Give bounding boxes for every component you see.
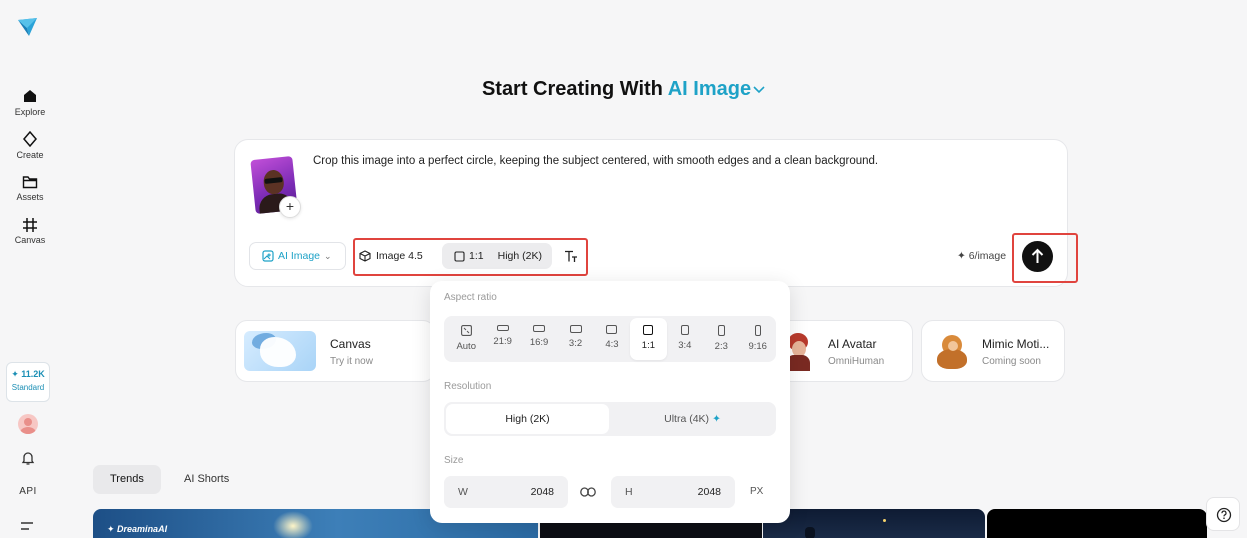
- ratio-shape: [533, 325, 546, 332]
- credits-badge[interactable]: ✦ 11.2K Standard: [6, 362, 50, 402]
- tab-trends[interactable]: Trends: [93, 465, 161, 494]
- sparkle-icon: [23, 131, 37, 147]
- aspect-ratio-options: Auto 21:9 16:9 3:2 4:3 1:1 3:4 2:3 9:16: [444, 316, 776, 362]
- chevron-down-icon: ⌄: [324, 250, 332, 261]
- resolution-option-ultra[interactable]: Ultra (4K) ✦: [611, 404, 774, 434]
- resolution-options: High (2K) Ultra (4K) ✦: [444, 402, 776, 436]
- prompt-card: + Crop this image into a perfect circle,…: [234, 139, 1078, 287]
- sparkle-icon: ✦: [712, 413, 721, 425]
- title-prefix: Start Creating With: [481, 78, 663, 100]
- question-icon: [1216, 507, 1232, 523]
- send-button[interactable]: [1022, 241, 1053, 272]
- width-field[interactable]: W 2048: [444, 476, 568, 508]
- size-label: Size: [444, 455, 464, 466]
- arrow-up-icon: [1031, 248, 1044, 263]
- ratio-resolution-select[interactable]: 1:1 High (2K): [442, 243, 552, 269]
- ratio-shape: [717, 325, 725, 336]
- help-button[interactable]: [1206, 497, 1240, 531]
- gallery-item[interactable]: [987, 509, 1207, 538]
- ratio-label: 1:1: [469, 250, 484, 262]
- menu-icon[interactable]: [20, 518, 36, 536]
- sidebar-item-create[interactable]: Create: [0, 131, 60, 160]
- dreamina-logo-icon[interactable]: [17, 16, 39, 38]
- ratio-option-1-1[interactable]: 1:1: [630, 318, 667, 360]
- resolution-label: Resolution: [444, 381, 492, 392]
- ratio-shape: [569, 325, 582, 333]
- ratio-shape: [754, 325, 761, 336]
- ratio-option-auto[interactable]: Auto: [448, 318, 484, 360]
- ratio-shape: [643, 325, 654, 335]
- model-label: Image 4.5: [376, 250, 423, 262]
- aspect-ratio-dropdown: Aspect ratio Auto 21:9 16:9 3:2 4:3 1:1 …: [430, 281, 790, 523]
- canvas-thumbnail: [244, 331, 316, 371]
- canvas-grid-icon: [23, 218, 37, 232]
- api-link[interactable]: API: [0, 486, 56, 497]
- page-title: Start Creating With AI Image: [0, 78, 1247, 101]
- mimic-thumbnail: [934, 333, 970, 371]
- sidebar-item-assets[interactable]: Assets: [0, 175, 60, 202]
- credits-per-image: ✦ 6/image: [957, 250, 1007, 262]
- feature-subtitle: Try it now: [330, 356, 373, 367]
- height-field[interactable]: H 2048: [611, 476, 735, 508]
- feature-title: Canvas: [330, 337, 371, 351]
- aspect-ratio-label: Aspect ratio: [444, 292, 497, 303]
- ratio-option-16-9[interactable]: 16:9: [521, 318, 557, 360]
- cube-icon: [359, 250, 371, 262]
- avatar[interactable]: [18, 414, 38, 434]
- mode-label: AI Image: [278, 250, 321, 262]
- chevron-down-icon: [753, 86, 765, 93]
- ratio-option-3-4[interactable]: 3:4: [667, 318, 703, 360]
- add-image-button[interactable]: +: [279, 196, 301, 218]
- feature-card-mimic-motion[interactable]: Mimic Moti... Coming soon: [921, 320, 1065, 382]
- plan-label: Standard: [11, 383, 45, 392]
- ratio-option-4-3[interactable]: 4:3: [594, 318, 630, 360]
- resolution-option-high[interactable]: High (2K): [446, 404, 609, 434]
- link-icon[interactable]: [580, 484, 596, 502]
- ratio-option-3-2[interactable]: 3:2: [557, 318, 593, 360]
- ratio-option-2-3[interactable]: 2:3: [703, 318, 739, 360]
- feature-subtitle: OmniHuman: [828, 356, 885, 367]
- sidebar-item-label: Canvas: [14, 235, 46, 245]
- prompt-input[interactable]: Crop this image into a perfect circle, k…: [313, 155, 878, 167]
- feature-title: AI Avatar: [828, 337, 877, 351]
- feature-card-canvas[interactable]: Canvas Try it now: [235, 320, 435, 382]
- mode-select[interactable]: AI Image ⌄: [249, 242, 346, 270]
- ratio-option-9-16[interactable]: 9:16: [740, 318, 776, 360]
- ratio-shape: [496, 325, 509, 331]
- mode-switcher[interactable]: AI Image: [668, 78, 765, 100]
- auto-ratio-icon: [460, 325, 472, 336]
- width-value: 2048: [530, 486, 554, 498]
- width-key: W: [458, 486, 468, 498]
- model-select[interactable]: Image 4.5: [359, 244, 439, 268]
- resolution-label: High (2K): [497, 250, 542, 262]
- text-format-icon[interactable]: [564, 250, 578, 268]
- gallery-watermark: ✦ DreaminaAI: [107, 524, 168, 534]
- ratio-shape: [606, 325, 618, 334]
- credits-amount: ✦ 11.2K: [11, 369, 45, 379]
- gallery-item[interactable]: [763, 509, 985, 538]
- feature-title: Mimic Moti...: [982, 337, 1050, 351]
- sidebar-item-canvas[interactable]: Canvas: [0, 218, 60, 245]
- ratio-shape: [680, 325, 689, 335]
- feature-subtitle: Coming soon: [982, 356, 1041, 367]
- square-icon: [454, 250, 465, 262]
- sidebar-item-label: Create: [16, 150, 44, 160]
- tab-ai-shorts[interactable]: AI Shorts: [167, 465, 246, 494]
- sidebar-item-label: Assets: [16, 192, 44, 202]
- image-icon: [262, 250, 274, 262]
- sidebar-item-label: Explore: [14, 107, 46, 117]
- height-value: 2048: [697, 486, 721, 498]
- folder-icon: [22, 176, 38, 189]
- unit-label: PX: [750, 486, 764, 497]
- ratio-option-21-9[interactable]: 21:9: [484, 318, 520, 360]
- bell-icon[interactable]: [20, 450, 36, 471]
- height-key: H: [625, 486, 633, 498]
